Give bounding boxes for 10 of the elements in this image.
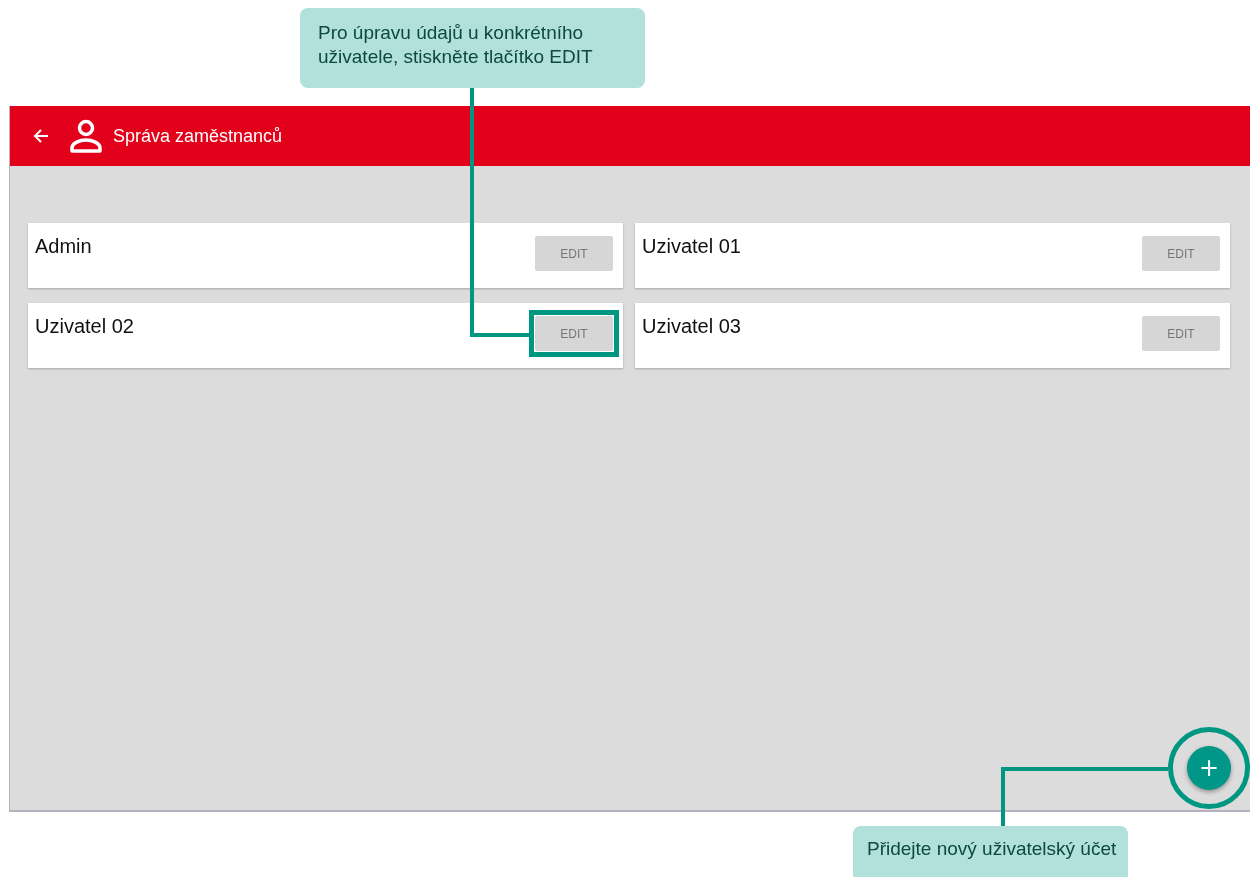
callout-note: Pro úpravu údajů u konkrétního uživatele, stiskněte tlačítko EDIT: [300, 8, 645, 88]
user-name: Uzivatel 02: [35, 314, 134, 338]
user-name: Admin: [35, 234, 92, 258]
callout-note: Přidejte nový uživatelský účet: [853, 826, 1128, 877]
add-button[interactable]: +: [1187, 746, 1231, 790]
user-name: Uzivatel 03: [642, 314, 741, 338]
person-icon: [69, 119, 103, 153]
user-name: Uzivatel 01: [642, 234, 741, 258]
back-arrow-icon[interactable]: [33, 128, 49, 144]
screen-title: Správa zaměstnanců: [113, 125, 283, 147]
